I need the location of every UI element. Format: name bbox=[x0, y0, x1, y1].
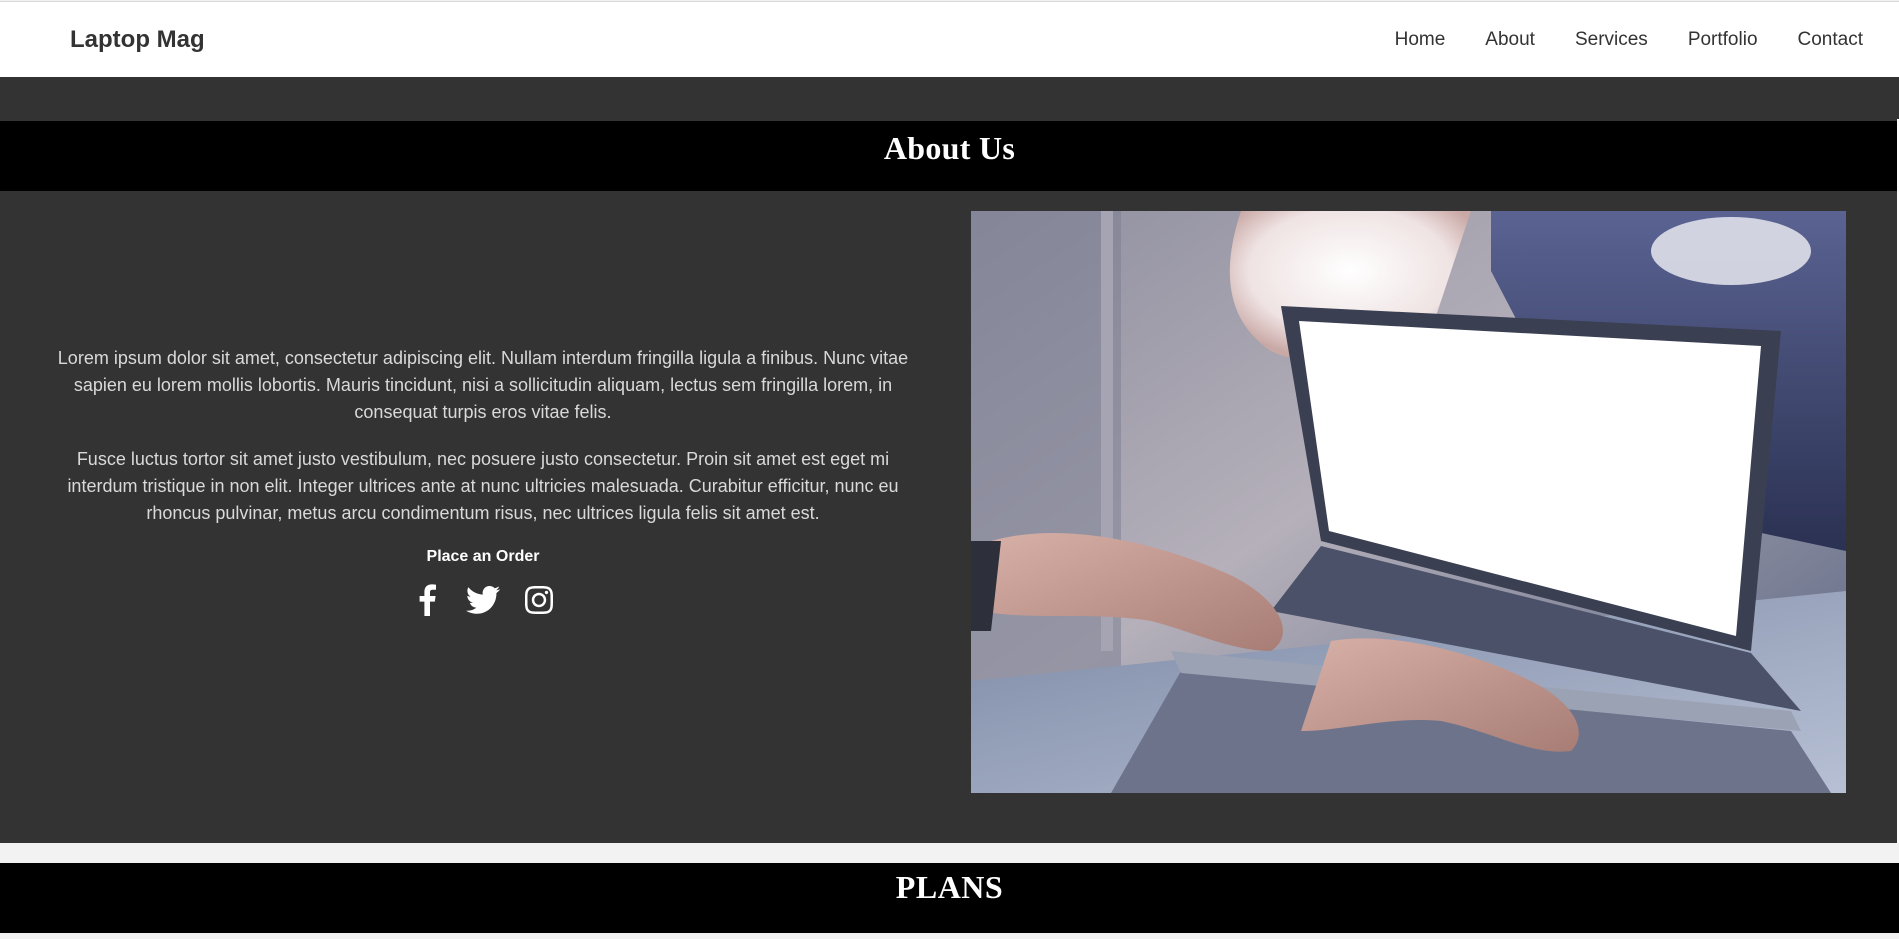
laptop-photo bbox=[971, 211, 1846, 793]
nav-link-about[interactable]: About bbox=[1485, 29, 1535, 51]
plans-title: PLANS bbox=[895, 869, 1004, 905]
nav-link-home[interactable]: Home bbox=[1395, 29, 1446, 51]
nav-link-portfolio[interactable]: Portfolio bbox=[1688, 29, 1758, 51]
about-title: About Us bbox=[883, 130, 1016, 166]
nav-links: Home About Services Portfolio Contact bbox=[1355, 29, 1863, 51]
about-text: Lorem ipsum dolor sit amet, consectetur … bbox=[50, 345, 916, 617]
navbar: Laptop Mag Home About Services Portfolio… bbox=[0, 1, 1899, 77]
brand-logo[interactable]: Laptop Mag bbox=[70, 26, 205, 54]
social-links bbox=[50, 583, 916, 617]
instagram-icon[interactable] bbox=[522, 583, 556, 617]
facebook-icon[interactable] bbox=[410, 583, 444, 617]
about-paragraph-2: Fusce luctus tortor sit amet justo vesti… bbox=[67, 449, 899, 523]
about-section: About Us Lorem ipsum dolor sit amet, con… bbox=[0, 77, 1899, 843]
twitter-icon[interactable] bbox=[466, 583, 500, 617]
about-title-bar: About Us bbox=[0, 121, 1899, 191]
place-order-label: Place an Order bbox=[426, 548, 540, 565]
plans-title-bar: PLANS bbox=[0, 863, 1899, 933]
about-paragraph-1: Lorem ipsum dolor sit amet, consectetur … bbox=[57, 348, 909, 422]
nav-link-contact[interactable]: Contact bbox=[1798, 29, 1863, 51]
nav-link-services[interactable]: Services bbox=[1575, 29, 1648, 51]
